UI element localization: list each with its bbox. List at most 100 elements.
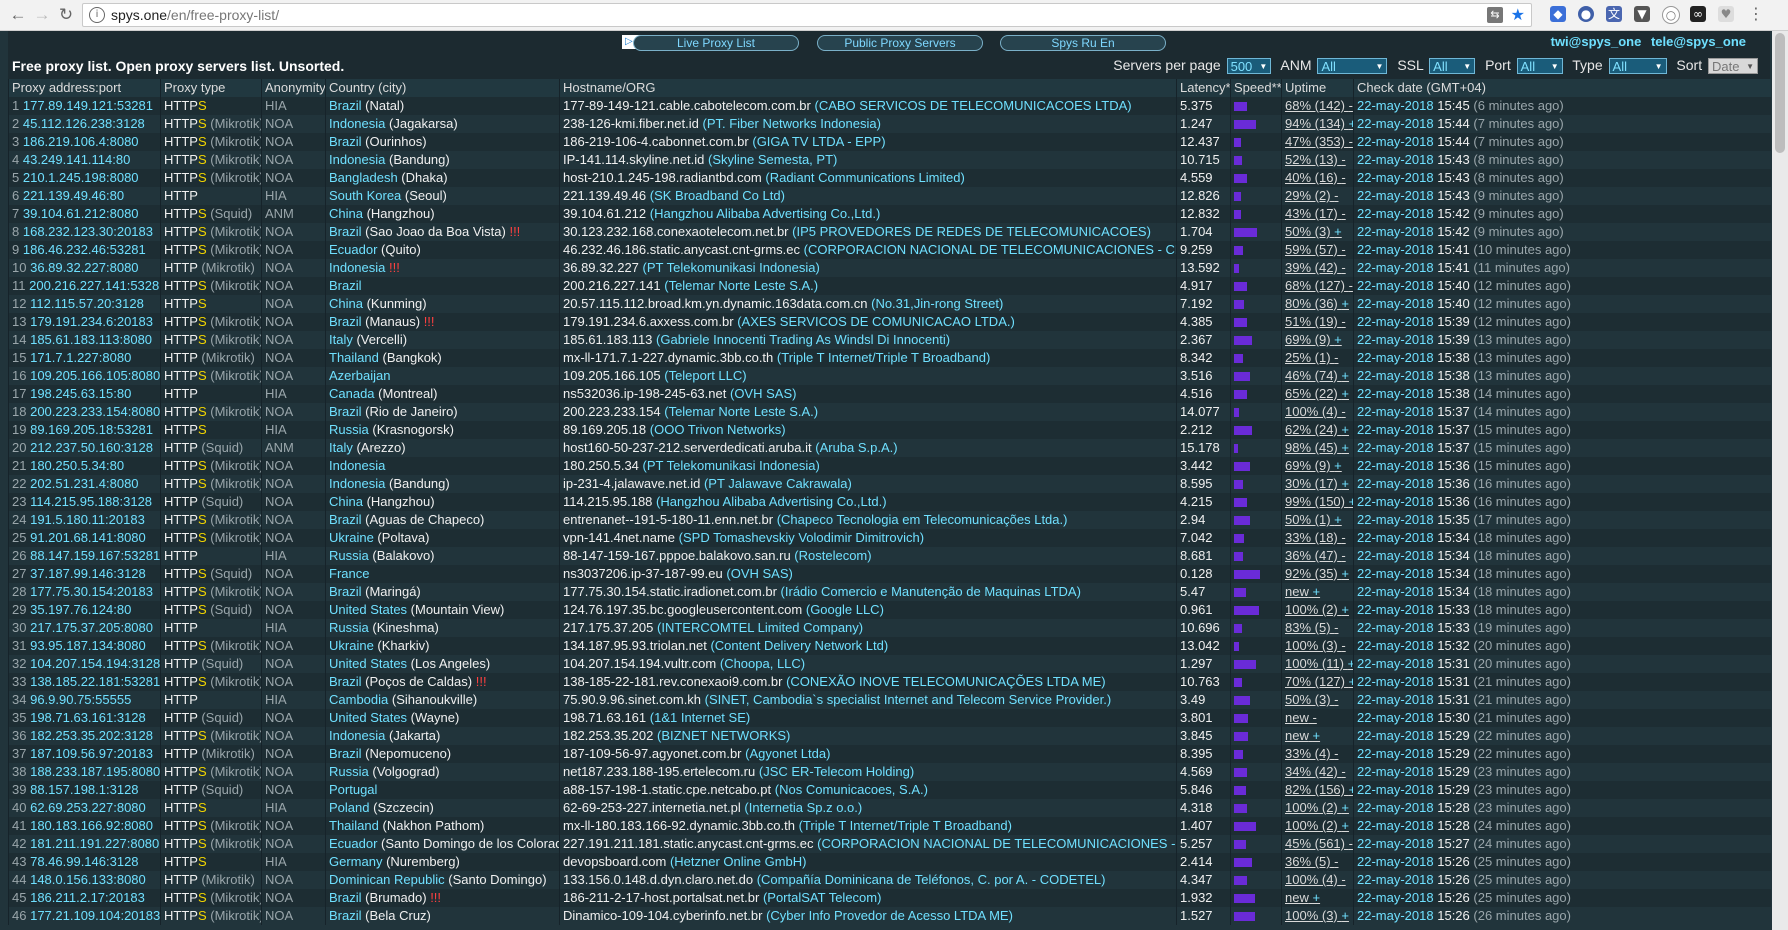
- org-link[interactable]: (CORPORACION NACIONAL DE TELECOMUNICACIO…: [817, 836, 1176, 851]
- proxy-address-link[interactable]: 180.250.5.34:80: [30, 458, 124, 473]
- proxy-address-link[interactable]: 39.104.61.212:8080: [23, 206, 139, 221]
- country-link[interactable]: Azerbaijan: [329, 368, 390, 383]
- country-link[interactable]: Dominican Republic: [329, 872, 445, 887]
- country-link[interactable]: Russia: [329, 548, 369, 563]
- org-link[interactable]: (Aruba S.p.A.): [815, 440, 897, 455]
- public-proxy-servers-link[interactable]: Public Proxy Servers: [817, 35, 983, 51]
- country-link[interactable]: Brazil: [329, 134, 362, 149]
- org-link[interactable]: (BIZNET NETWORKS): [657, 728, 790, 743]
- forward-icon[interactable]: →: [32, 5, 52, 25]
- org-link[interactable]: (Gabriele Innocenti Trading As Windsl Di…: [656, 332, 950, 347]
- extension-icon[interactable]: ◆: [1550, 6, 1566, 22]
- org-link[interactable]: (GIGA TV LTDA - EPP): [752, 134, 885, 149]
- col-header-hostname[interactable]: Hostname/ORG: [559, 79, 1177, 97]
- twitter-contact-link[interactable]: twi@spys_one: [1551, 34, 1642, 49]
- col-header-address[interactable]: Proxy address:port: [8, 79, 161, 97]
- country-link[interactable]: Ecuador: [329, 836, 377, 851]
- bookmark-star-icon[interactable]: ★: [1511, 5, 1525, 25]
- uptime-link[interactable]: 80% (36) +: [1285, 296, 1349, 311]
- uptime-link[interactable]: 70% (127) +: [1285, 674, 1354, 689]
- uptime-link[interactable]: 99% (150) +: [1285, 494, 1354, 509]
- org-link[interactable]: (Nos Comunicacoes, S.A.): [775, 782, 928, 797]
- proxy-address-link[interactable]: 186.219.106.4:8080: [23, 134, 139, 149]
- org-link[interactable]: (Skyline Semesta, PT): [708, 152, 837, 167]
- translate-extension-icon[interactable]: 文: [1606, 6, 1622, 22]
- org-link[interactable]: (No.31,Jin-rong Street): [871, 296, 1003, 311]
- country-link[interactable]: Brazil: [329, 890, 362, 905]
- country-link[interactable]: Ukraine: [329, 530, 374, 545]
- scrollbar-thumb[interactable]: [1775, 33, 1785, 153]
- proxy-address-link[interactable]: 168.232.123.30:20183: [23, 224, 153, 239]
- country-link[interactable]: Brazil: [329, 224, 362, 239]
- uptime-link[interactable]: 100% (4) -: [1285, 404, 1346, 419]
- info-icon[interactable]: i: [89, 7, 105, 23]
- country-link[interactable]: South Korea: [329, 188, 401, 203]
- uptime-link[interactable]: new -: [1285, 710, 1317, 725]
- country-link[interactable]: Brazil: [329, 314, 362, 329]
- proxy-address-link[interactable]: 185.61.183.113:8080: [30, 332, 152, 347]
- org-link[interactable]: (AXES SERVICOS DE COMUNICACAO LTDA.): [737, 314, 1015, 329]
- col-header-speed[interactable]: Speed***: [1230, 79, 1282, 97]
- live-proxy-list-link[interactable]: Live Proxy List: [633, 35, 799, 51]
- port-select[interactable]: All: [1516, 58, 1563, 75]
- country-link[interactable]: Brazil: [329, 404, 362, 419]
- org-link[interactable]: (Telemar Norte Leste S.A.): [664, 278, 818, 293]
- org-link[interactable]: (Cyber Info Provedor de Acesso LTDA ME): [766, 908, 1013, 923]
- servers-per-page-select[interactable]: 500: [1226, 58, 1272, 75]
- country-link[interactable]: Indonesia: [329, 728, 385, 743]
- col-header-uptime[interactable]: Uptime: [1281, 79, 1354, 97]
- proxy-address-link[interactable]: 179.191.234.6:20183: [30, 314, 153, 329]
- col-header-type[interactable]: Proxy type: [160, 79, 262, 97]
- uptime-link[interactable]: 50% (1) +: [1285, 512, 1342, 527]
- proxy-address-link[interactable]: 93.95.187.134:8080: [30, 638, 146, 653]
- org-link[interactable]: (SINET, Cambodia`s specialist Internet a…: [705, 692, 1112, 707]
- org-link[interactable]: (Internetia Sp.z o.o.): [744, 800, 862, 815]
- proxy-address-link[interactable]: 89.169.205.18:53281: [30, 422, 153, 437]
- uptime-link[interactable]: 51% (19) -: [1285, 314, 1346, 329]
- telegram-contact-link[interactable]: tele@spys_one: [1651, 34, 1746, 49]
- uptime-link[interactable]: 36% (5) -: [1285, 854, 1339, 869]
- uptime-link[interactable]: 100% (3) +: [1285, 908, 1349, 923]
- sort-select[interactable]: Date: [1708, 58, 1758, 75]
- org-link[interactable]: (Radiant Communications Limited): [765, 170, 964, 185]
- country-link[interactable]: Portugal: [329, 782, 377, 797]
- col-header-check-date[interactable]: Check date (GMT+04): [1353, 79, 1771, 97]
- country-link[interactable]: Brazil: [329, 98, 362, 113]
- org-link[interactable]: (Content Delivery Network Ltd): [710, 638, 888, 653]
- col-header-latency[interactable]: Latency**: [1176, 79, 1231, 97]
- proxy-address-link[interactable]: 104.207.154.194:3128: [30, 656, 160, 671]
- org-link[interactable]: (PT Telekomunikasi Indonesia): [643, 260, 820, 275]
- country-link[interactable]: Russia: [329, 764, 369, 779]
- org-link[interactable]: (Hangzhou Alibaba Advertising Co.,Ltd.): [656, 494, 887, 509]
- uptime-link[interactable]: 100% (2) +: [1285, 800, 1349, 815]
- uptime-link[interactable]: 30% (17) +: [1285, 476, 1349, 491]
- org-link[interactable]: (Triple T Internet/Triple T Broadband): [799, 818, 1012, 833]
- badge-extension-icon[interactable]: ♥: [1718, 6, 1734, 22]
- country-link[interactable]: Canada: [329, 386, 375, 401]
- proxy-address-link[interactable]: 88.147.159.167:53281: [30, 548, 160, 563]
- org-link[interactable]: (OVH SAS): [730, 386, 796, 401]
- uptime-link[interactable]: 83% (5) -: [1285, 620, 1339, 635]
- uptime-link[interactable]: 98% (45) +: [1285, 440, 1349, 455]
- uptime-link[interactable]: 52% (13) -: [1285, 152, 1346, 167]
- glasses-extension-icon[interactable]: ∞: [1690, 6, 1706, 22]
- proxy-address-link[interactable]: 148.0.156.133:8080: [30, 872, 146, 887]
- uptime-link[interactable]: 50% (3) +: [1285, 224, 1342, 239]
- country-link[interactable]: Germany: [329, 854, 382, 869]
- uptime-link[interactable]: 45% (561) -: [1285, 836, 1353, 851]
- country-link[interactable]: United States: [329, 710, 407, 725]
- org-link[interactable]: (1&1 Internet SE): [650, 710, 750, 725]
- org-link[interactable]: (Choopa, LLC): [720, 656, 805, 671]
- country-link[interactable]: Brazil: [329, 674, 362, 689]
- country-link[interactable]: Indonesia: [329, 476, 385, 491]
- org-link[interactable]: (Hangzhou Alibaba Advertising Co.,Ltd.): [650, 206, 881, 221]
- proxy-address-link[interactable]: 198.71.63.161:3128: [30, 710, 146, 725]
- proxy-address-link[interactable]: 182.253.35.202:3128: [30, 728, 153, 743]
- proxy-address-link[interactable]: 78.46.99.146:3128: [30, 854, 138, 869]
- ssl-select[interactable]: All: [1429, 58, 1476, 75]
- proxy-address-link[interactable]: 187.109.56.97:20183: [30, 746, 153, 761]
- org-link[interactable]: (CONEXÃO INOVE TELECOMUNICAÇÕES LTDA ME): [786, 674, 1106, 689]
- uptime-link[interactable]: 92% (35) +: [1285, 566, 1349, 581]
- country-link[interactable]: Indonesia: [329, 260, 385, 275]
- proxy-address-link[interactable]: 43.249.141.114:80: [23, 152, 130, 167]
